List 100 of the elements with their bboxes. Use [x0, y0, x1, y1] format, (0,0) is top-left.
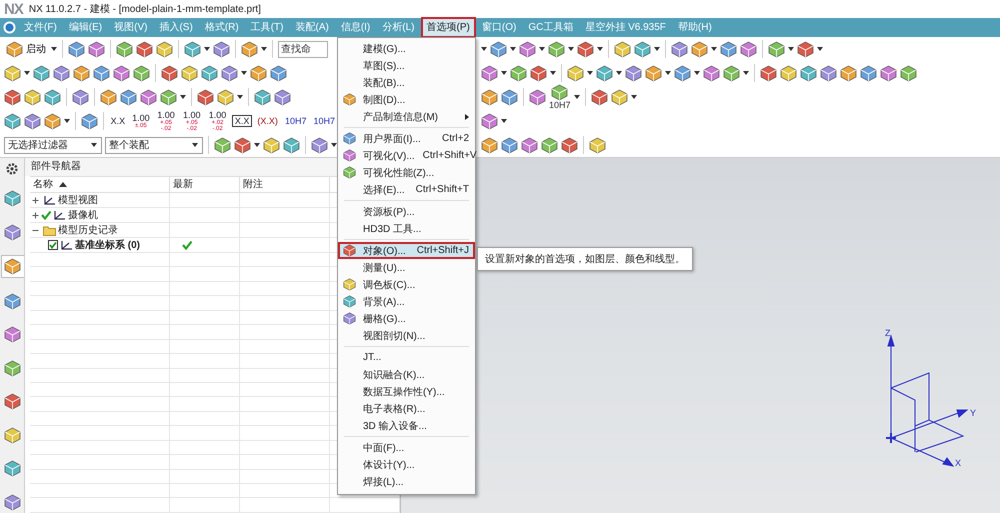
cube-icon[interactable] — [634, 40, 651, 58]
cube-icon[interactable] — [274, 88, 291, 106]
cube-icon[interactable] — [501, 88, 518, 106]
cube-icon[interactable] — [33, 64, 50, 82]
cube-icon[interactable] — [93, 64, 110, 82]
column-header[interactable]: 名称 — [33, 177, 53, 192]
cube-icon[interactable] — [720, 40, 737, 58]
dropdown[interactable]: 整个装配 — [105, 136, 204, 154]
cube-icon[interactable] — [521, 136, 538, 154]
menu-item[interactable]: 建模(G)... — [338, 40, 475, 57]
cube-icon[interactable] — [213, 40, 230, 58]
menu-item[interactable]: 草图(S)... — [338, 57, 475, 74]
cube-icon[interactable] — [53, 64, 70, 82]
menu-item[interactable]: 装配(B)... — [338, 74, 475, 91]
cube-icon[interactable] — [120, 88, 137, 106]
cube-icon[interactable] — [481, 88, 498, 106]
cube-icon[interactable] — [44, 88, 61, 106]
cube-icon[interactable] — [567, 64, 584, 82]
cube-icon[interactable] — [674, 64, 691, 82]
cube-icon[interactable] — [241, 40, 258, 58]
caret-icon[interactable] — [501, 119, 507, 123]
cube-icon[interactable] — [4, 112, 21, 130]
cube-icon[interactable] — [880, 64, 897, 82]
cube-icon[interactable] — [551, 84, 568, 101]
cube-icon[interactable] — [116, 40, 133, 58]
menu-item[interactable]: 焊接(L)... — [338, 473, 475, 490]
cube-icon[interactable] — [590, 88, 608, 106]
menu-item[interactable]: 视图剖切(N)... — [338, 327, 475, 344]
cube-icon[interactable] — [44, 112, 61, 130]
expand-icon[interactable] — [32, 212, 39, 218]
menu-item[interactable]: 资源板(P)... — [338, 203, 475, 220]
cube-icon[interactable] — [561, 136, 578, 154]
cube-icon[interactable] — [80, 112, 98, 130]
cube-icon[interactable] — [614, 40, 631, 58]
cube-icon[interactable] — [490, 40, 507, 58]
cube-icon[interactable] — [254, 88, 271, 106]
cube-icon[interactable] — [221, 64, 238, 82]
menu-item[interactable]: 选择(E)... Ctrl+Shift+T — [338, 181, 475, 198]
cube-icon[interactable] — [541, 136, 558, 154]
cube-icon[interactable] — [501, 136, 518, 154]
cube-icon[interactable] — [510, 64, 527, 82]
caret-icon[interactable] — [550, 71, 556, 75]
menu-item[interactable]: 用户界面(I)... Ctrl+2 — [338, 130, 475, 147]
menu-item[interactable]: 电子表格(R)... — [338, 400, 475, 417]
dimension-button[interactable]: X.X — [108, 111, 128, 131]
sidebar-tab[interactable] — [0, 254, 24, 278]
cube-icon[interactable] — [740, 40, 757, 58]
tree-item[interactable]: 模型历史记录 — [58, 223, 118, 237]
cube-icon[interactable] — [73, 64, 90, 82]
cube-icon[interactable] — [161, 64, 178, 82]
menu-item[interactable]: 对象(O)... Ctrl+Shift+J — [338, 242, 475, 259]
expand-icon[interactable] — [32, 196, 39, 204]
menu-item[interactable]: 体设计(Y)... — [338, 456, 475, 473]
checkbox[interactable] — [48, 240, 58, 250]
dimension-button[interactable]: 10H7 — [311, 111, 337, 131]
caret-icon[interactable] — [180, 95, 186, 99]
tree-item[interactable]: 基准坐标系 (0) — [75, 238, 140, 252]
cube-icon[interactable] — [201, 64, 218, 82]
column-header[interactable]: 最新 — [173, 177, 193, 192]
start-button[interactable]: 启动 — [4, 40, 48, 58]
menu-item[interactable]: 可视化(V)... Ctrl+Shift+V — [338, 147, 475, 164]
search-field[interactable]: 查找命 — [278, 40, 328, 58]
cube-icon[interactable] — [481, 136, 498, 154]
cube-icon[interactable] — [181, 64, 198, 82]
menu-item[interactable]: 调色板(C)... — [338, 276, 475, 293]
caret-icon[interactable] — [597, 47, 603, 51]
sort-icon[interactable] — [59, 182, 67, 187]
settings-icon[interactable] — [5, 162, 19, 176]
caret-icon[interactable] — [654, 47, 660, 51]
menu-item[interactable]: HD3D 工具... — [338, 220, 475, 237]
dimension-button[interactable]: (X.X) — [255, 111, 280, 131]
cube-icon[interactable] — [234, 136, 252, 154]
menu-item[interactable]: 可视化性能(Z)... — [338, 164, 475, 181]
cube-icon[interactable] — [625, 64, 642, 82]
cube-icon[interactable] — [481, 64, 498, 82]
cube-icon[interactable] — [100, 88, 117, 106]
cube-icon[interactable] — [797, 40, 814, 58]
cube-icon[interactable] — [311, 136, 328, 154]
caret-icon[interactable] — [51, 47, 57, 51]
cube-icon[interactable] — [530, 64, 547, 82]
cube-icon[interactable] — [217, 88, 234, 106]
cube-icon[interactable] — [760, 64, 777, 82]
cube-icon[interactable] — [72, 88, 89, 106]
menu-item[interactable]: 栅格(G)... — [338, 310, 475, 327]
dimension-button[interactable]: X.X — [232, 115, 252, 127]
cube-icon[interactable] — [577, 40, 594, 58]
menu-item[interactable]: 产品制造信息(M) — [338, 108, 475, 125]
caret-icon[interactable] — [574, 95, 580, 99]
cube-icon[interactable] — [68, 40, 85, 58]
caret-icon[interactable] — [237, 95, 243, 99]
cube-icon[interactable] — [529, 88, 546, 106]
cube-icon[interactable] — [24, 88, 41, 106]
cube-icon[interactable] — [88, 40, 105, 58]
cube-icon[interactable] — [610, 88, 628, 106]
caret-icon[interactable] — [743, 71, 749, 75]
cube-icon[interactable] — [860, 64, 877, 82]
column-header[interactable]: 附注 — [243, 177, 263, 192]
menu-item[interactable]: 首选项(P) — [420, 17, 476, 38]
cube-icon[interactable] — [136, 40, 153, 58]
cube-icon[interactable] — [156, 40, 173, 58]
